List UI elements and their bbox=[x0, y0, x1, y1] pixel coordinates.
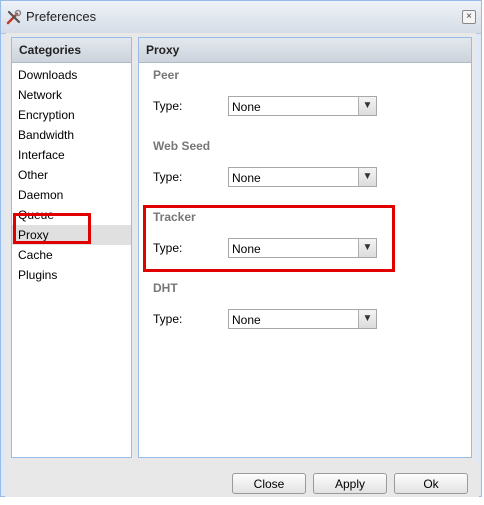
apply-button[interactable]: Apply bbox=[313, 473, 387, 494]
tracker-type-label: Type: bbox=[153, 241, 183, 255]
category-item-queue[interactable]: Queue bbox=[12, 205, 131, 225]
dht-type-select[interactable]: None ▼ bbox=[228, 309, 377, 329]
peer-section: Peer Type: None ▼ bbox=[153, 68, 377, 118]
chevron-down-icon[interactable]: ▼ bbox=[358, 97, 376, 115]
close-button[interactable]: Close bbox=[232, 473, 306, 494]
title-bar[interactable]: Preferences × bbox=[1, 1, 481, 34]
category-item-daemon[interactable]: Daemon bbox=[12, 185, 131, 205]
proxy-header: Proxy bbox=[139, 38, 471, 63]
dht-section: DHT Type: None ▼ bbox=[153, 281, 377, 331]
category-item-plugins[interactable]: Plugins bbox=[12, 265, 131, 285]
dht-type-value: None bbox=[232, 313, 261, 327]
category-item-network[interactable]: Network bbox=[12, 85, 131, 105]
peer-type-value: None bbox=[232, 100, 261, 114]
category-item-proxy[interactable]: Proxy bbox=[12, 225, 131, 245]
web-seed-section-title: Web Seed bbox=[153, 139, 211, 153]
category-item-interface[interactable]: Interface bbox=[12, 145, 131, 165]
tracker-section: Tracker Type: None ▼ bbox=[153, 210, 377, 260]
chevron-down-icon[interactable]: ▼ bbox=[358, 168, 376, 186]
web-seed-type-label: Type: bbox=[153, 170, 183, 184]
tracker-type-row: Type: None ▼ bbox=[153, 238, 377, 260]
web-seed-type-row: Type: None ▼ bbox=[153, 167, 377, 189]
chevron-down-icon[interactable]: ▼ bbox=[358, 239, 376, 257]
close-icon[interactable]: × bbox=[462, 10, 476, 24]
categories-header: Categories bbox=[12, 38, 131, 63]
category-item-downloads[interactable]: Downloads bbox=[12, 65, 131, 85]
tools-icon bbox=[6, 9, 22, 25]
peer-section-title: Peer bbox=[153, 68, 180, 82]
tracker-section-title: Tracker bbox=[153, 210, 196, 224]
dialog-title: Preferences bbox=[26, 9, 97, 24]
ok-button[interactable]: Ok bbox=[394, 473, 468, 494]
peer-type-select[interactable]: None ▼ bbox=[228, 96, 377, 116]
chevron-down-icon[interactable]: ▼ bbox=[358, 310, 376, 328]
peer-type-label: Type: bbox=[153, 99, 183, 113]
dht-type-row: Type: None ▼ bbox=[153, 309, 377, 331]
tracker-type-select[interactable]: None ▼ bbox=[228, 238, 377, 258]
dht-type-label: Type: bbox=[153, 312, 183, 326]
web-seed-section: Web Seed Type: None ▼ bbox=[153, 139, 377, 189]
proxy-panel: Proxy Peer Type: None ▼ Web Seed Type: N… bbox=[138, 37, 472, 458]
categories-list: Downloads Network Encryption Bandwidth I… bbox=[12, 63, 131, 285]
tracker-type-value: None bbox=[232, 242, 261, 256]
dialog-footer: Close Apply Ok bbox=[5, 462, 479, 497]
web-seed-type-value: None bbox=[232, 171, 261, 185]
categories-panel: Categories Downloads Network Encryption … bbox=[11, 37, 132, 458]
peer-type-row: Type: None ▼ bbox=[153, 96, 377, 118]
web-seed-type-select[interactable]: None ▼ bbox=[228, 167, 377, 187]
dht-section-title: DHT bbox=[153, 281, 178, 295]
category-item-cache[interactable]: Cache bbox=[12, 245, 131, 265]
category-item-encryption[interactable]: Encryption bbox=[12, 105, 131, 125]
category-item-other[interactable]: Other bbox=[12, 165, 131, 185]
category-item-bandwidth[interactable]: Bandwidth bbox=[12, 125, 131, 145]
